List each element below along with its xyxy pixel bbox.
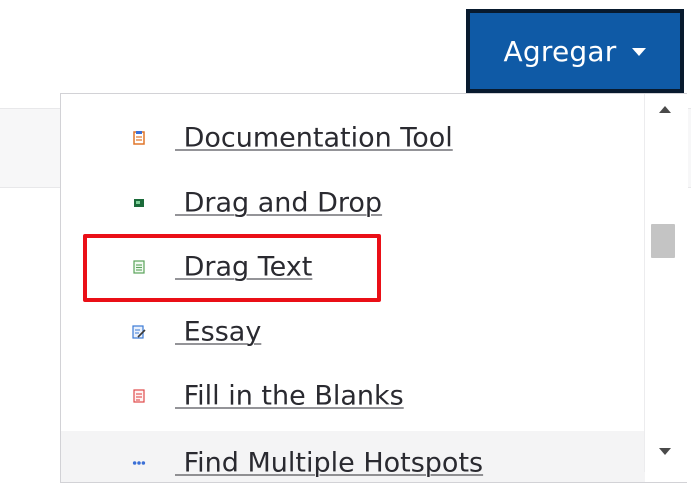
dropdown-scrollbar[interactable] — [644, 94, 688, 472]
hotspots-icon — [132, 456, 146, 470]
essay-icon — [132, 325, 146, 339]
menu-item-label: Fill in the Blanks — [175, 380, 404, 412]
add-dropdown-button[interactable]: Agregar — [466, 9, 684, 93]
drag-drop-icon — [132, 196, 146, 210]
scroll-down-arrow-icon[interactable] — [659, 448, 671, 455]
fill-blanks-icon — [132, 389, 146, 403]
menu-item-find-multiple-hotspots[interactable]: Find Multiple Hotspots — [61, 431, 645, 482]
menu-item-label: Drag Text — [175, 251, 313, 283]
menu-item-drag-text[interactable]: Drag Text — [61, 235, 645, 299]
menu-item-essay[interactable]: Essay — [61, 300, 645, 364]
add-content-dropdown-menu: Documentation Tool Drag and Drop Drag Te… — [60, 93, 687, 483]
menu-item-label: Documentation Tool — [175, 122, 453, 154]
add-button-label: Agregar — [503, 34, 617, 68]
scrollbar-thumb[interactable] — [651, 224, 675, 258]
menu-item-documentation-tool[interactable]: Documentation Tool — [61, 106, 645, 170]
drag-text-icon — [132, 260, 146, 274]
menu-item-drag-and-drop[interactable]: Drag and Drop — [61, 171, 645, 235]
menu-item-label: Drag and Drop — [175, 187, 383, 219]
menu-item-fill-in-the-blanks[interactable]: Fill in the Blanks — [61, 364, 645, 428]
document-tool-icon — [132, 131, 146, 145]
caret-down-icon — [632, 48, 647, 56]
scroll-up-arrow-icon[interactable] — [659, 106, 671, 113]
menu-item-label: Find Multiple Hotspots — [175, 447, 484, 479]
menu-item-label: Essay — [175, 316, 262, 348]
